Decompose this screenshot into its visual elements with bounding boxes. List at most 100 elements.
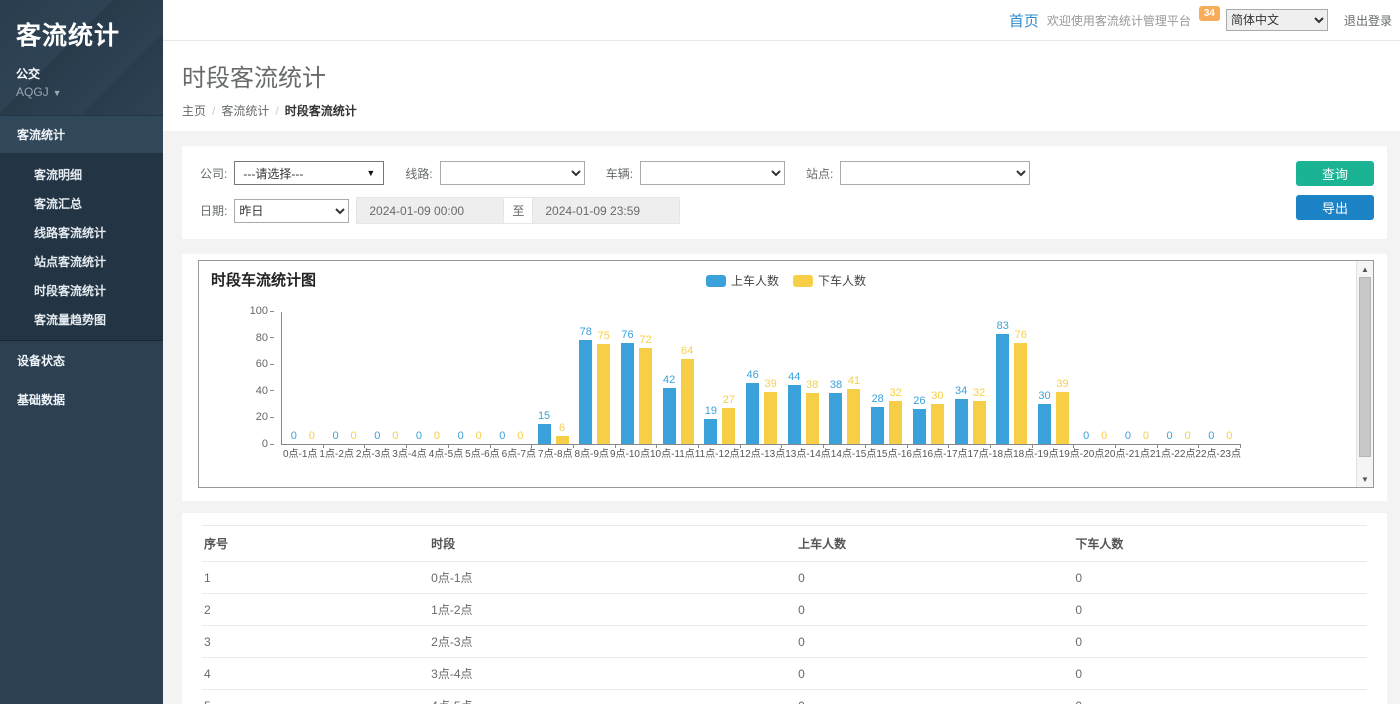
date-label: 日期: bbox=[200, 202, 227, 219]
line-select[interactable] bbox=[440, 161, 585, 185]
bar bbox=[704, 419, 717, 444]
x-tick bbox=[1199, 444, 1241, 448]
scroll-down-icon[interactable]: ▼ bbox=[1357, 471, 1373, 487]
org-code-dropdown[interactable]: AQGJ▼ bbox=[16, 85, 147, 99]
chart-vertical-scrollbar[interactable]: ▲ ▼ bbox=[1356, 261, 1373, 487]
bar-column: 78 bbox=[579, 312, 592, 444]
bar-column: 0 bbox=[412, 312, 425, 444]
chevron-down-icon: ▼ bbox=[53, 88, 62, 98]
search-button[interactable]: 查询 bbox=[1296, 161, 1374, 186]
bar-value-label: 0 bbox=[517, 431, 523, 442]
bar-column: 0 bbox=[1223, 312, 1236, 444]
bar bbox=[556, 436, 569, 444]
company-select[interactable]: ---请选择--- ▼ bbox=[234, 161, 384, 185]
bar-column: 19 bbox=[704, 312, 717, 444]
sidebar-group-2[interactable]: 基础数据 bbox=[0, 380, 163, 419]
bar bbox=[621, 343, 634, 444]
bar-group-21: 00 bbox=[1158, 312, 1200, 444]
scrollbar-thumb[interactable] bbox=[1359, 277, 1371, 457]
date-from-input[interactable]: 2024-01-09 00:00 bbox=[356, 197, 504, 224]
date-preset-select[interactable]: 昨日 bbox=[234, 199, 349, 223]
date-range-separator: 至 bbox=[504, 197, 532, 224]
bar-value-label: 0 bbox=[332, 431, 338, 442]
bar-group-8: 7672 bbox=[616, 312, 658, 444]
bar-value-label: 76 bbox=[621, 330, 633, 341]
breadcrumb-item-1[interactable]: 客流统计 bbox=[221, 104, 269, 118]
bar-value-label: 0 bbox=[374, 431, 380, 442]
table-cell-3-2: 0 bbox=[796, 658, 1073, 690]
filter-form: 公司: ---请选择--- ▼ 线路: 车辆: 站点: bbox=[200, 161, 1284, 224]
x-axis-label: 21点-22点 bbox=[1150, 450, 1196, 460]
sidebar-group-0[interactable]: 客流统计 bbox=[0, 115, 163, 154]
date-to-input[interactable]: 2024-01-09 23:59 bbox=[532, 197, 680, 224]
bar-column: 39 bbox=[1056, 312, 1069, 444]
x-axis-label: 19点-20点 bbox=[1059, 450, 1105, 460]
sidebar-item-0-3[interactable]: 站点客流统计 bbox=[0, 247, 163, 276]
notification-badge[interactable]: 34 bbox=[1199, 6, 1220, 21]
bar-column: 64 bbox=[681, 312, 694, 444]
bar-value-label: 27 bbox=[723, 395, 735, 406]
x-tick bbox=[1074, 444, 1116, 448]
bar-column: 38 bbox=[829, 312, 842, 444]
bar-group-2: 00 bbox=[365, 312, 407, 444]
bar-column: 0 bbox=[514, 312, 527, 444]
bar bbox=[663, 388, 676, 444]
x-tick bbox=[866, 444, 908, 448]
chart-title: 时段车流统计图 bbox=[211, 269, 316, 290]
sidebar-item-0-5[interactable]: 客流量趋势图 bbox=[0, 305, 163, 334]
x-tick bbox=[532, 444, 574, 448]
export-button[interactable]: 导出 bbox=[1296, 195, 1374, 220]
x-tick bbox=[949, 444, 991, 448]
breadcrumb-item-0[interactable]: 主页 bbox=[182, 104, 206, 118]
x-tick bbox=[282, 444, 324, 448]
sidebar-item-0-0[interactable]: 客流明细 bbox=[0, 160, 163, 189]
table-cell-4-0: 5 bbox=[202, 690, 429, 704]
x-tick bbox=[699, 444, 741, 448]
bar-value-label: 0 bbox=[499, 431, 505, 442]
company-label: 公司: bbox=[200, 165, 227, 182]
bar-group-22: 00 bbox=[1199, 312, 1241, 444]
bar-column: 0 bbox=[329, 312, 342, 444]
table-cell-0-3: 0 bbox=[1073, 562, 1367, 594]
sidebar-item-0-2[interactable]: 线路客流统计 bbox=[0, 218, 163, 247]
logout-link[interactable]: 退出登录 bbox=[1344, 12, 1392, 29]
scroll-up-icon[interactable]: ▲ bbox=[1357, 261, 1373, 277]
home-link[interactable]: 首页 bbox=[1009, 10, 1039, 31]
bar-value-label: 0 bbox=[1185, 431, 1191, 442]
bar-value-label: 0 bbox=[1226, 431, 1232, 442]
bar-column: 46 bbox=[746, 312, 759, 444]
bar bbox=[913, 409, 926, 444]
date-range-group: 2024-01-09 00:00 至 2024-01-09 23:59 bbox=[356, 197, 680, 224]
filter-buttons: 查询 导出 bbox=[1296, 161, 1374, 224]
bar-column: 0 bbox=[454, 312, 467, 444]
sidebar-item-0-1[interactable]: 客流汇总 bbox=[0, 189, 163, 218]
scrollbar-track[interactable] bbox=[1357, 277, 1373, 471]
vehicle-select[interactable] bbox=[640, 161, 785, 185]
x-axis-label: 1点-2点 bbox=[318, 450, 354, 460]
x-tick bbox=[1158, 444, 1200, 448]
bar-value-label: 0 bbox=[291, 431, 297, 442]
bar-value-label: 19 bbox=[705, 406, 717, 417]
bar-column: 0 bbox=[472, 312, 485, 444]
x-axis-label: 3点-4点 bbox=[391, 450, 427, 460]
bar-column: 0 bbox=[305, 312, 318, 444]
x-axis-label: 9点-10点 bbox=[610, 450, 650, 460]
bar-value-label: 0 bbox=[1101, 431, 1107, 442]
bar-value-label: 6 bbox=[559, 423, 565, 434]
line-label: 线路: bbox=[405, 165, 432, 182]
sidebar-group-1[interactable]: 设备状态 bbox=[0, 341, 163, 380]
bar-column: 15 bbox=[538, 312, 551, 444]
x-tick bbox=[991, 444, 1033, 448]
bar-value-label: 64 bbox=[681, 346, 693, 357]
station-select[interactable] bbox=[840, 161, 1030, 185]
bar-column: 0 bbox=[1139, 312, 1152, 444]
sidebar-item-0-4[interactable]: 时段客流统计 bbox=[0, 276, 163, 305]
table-cell-2-0: 3 bbox=[202, 626, 429, 658]
bar-value-label: 26 bbox=[913, 396, 925, 407]
language-select[interactable]: 简体中文 bbox=[1226, 9, 1328, 31]
bar-value-label: 76 bbox=[1015, 330, 1027, 341]
bar-value-label: 28 bbox=[872, 394, 884, 405]
bar bbox=[597, 344, 610, 444]
filter-row-2: 日期: 昨日 2024-01-09 00:00 至 2024-01-09 23:… bbox=[200, 197, 1284, 224]
welcome-text: 欢迎使用客流统计管理平台 bbox=[1047, 12, 1191, 29]
